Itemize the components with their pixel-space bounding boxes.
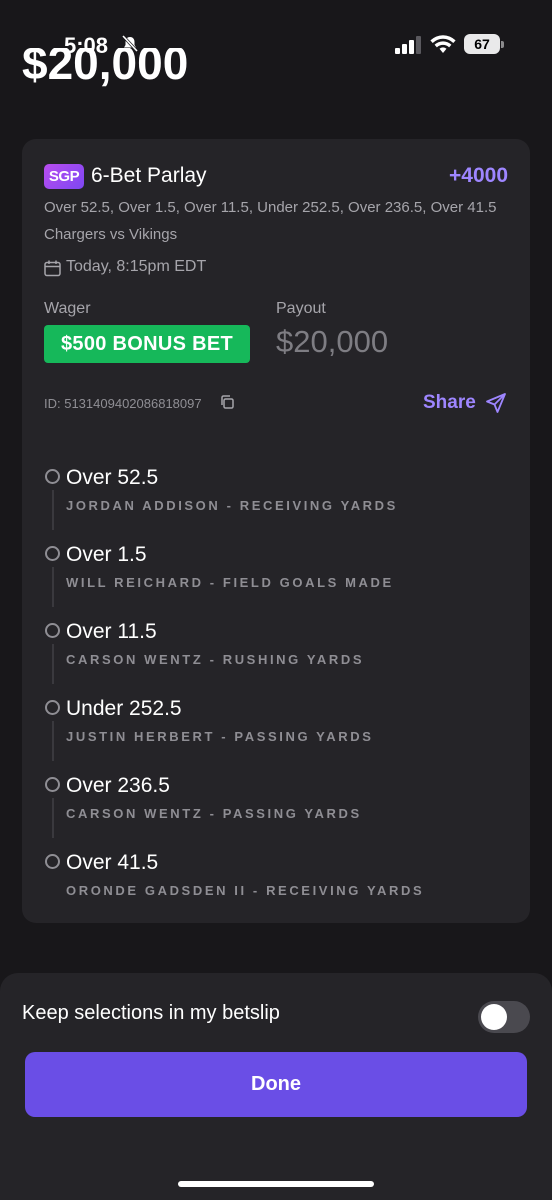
done-button[interactable]: Done [25,1052,527,1117]
leg-market: WILL REICHARD - FIELD GOALS MADE [66,575,394,590]
calendar-icon [44,260,61,277]
leg-status-icon [45,623,60,638]
parlay-leg: Over 1.5 WILL REICHARD - FIELD GOALS MAD… [22,541,530,618]
header-payout-amount: $20,000 [22,48,189,88]
leg-status-icon [45,546,60,561]
leg-selection: Under 252.5 [66,697,182,720]
leg-selection: Over 52.5 [66,466,159,489]
parlay-odds: +4000 [449,164,508,187]
sgp-badge: SGP [44,164,84,189]
leg-status-icon [45,700,60,715]
wager-label: Wager [44,300,91,317]
payout-value: $20,000 [276,324,389,359]
parlay-leg: Over 236.5 CARSON WENTZ - PASSING YARDS [22,772,530,849]
parlay-legs: Over 52.5 JORDAN ADDISON - RECEIVING YAR… [22,464,530,926]
header-amount-container: $20,000 [0,48,552,100]
parlay-leg: Over 52.5 JORDAN ADDISON - RECEIVING YAR… [22,464,530,541]
wager-bonus-badge: $500 BONUS BET [44,325,250,363]
payout-label: Payout [276,300,326,317]
bet-id: ID: 5131409402086818097 [44,396,202,411]
leg-market: JORDAN ADDISON - RECEIVING YARDS [66,498,398,513]
paper-plane-icon[interactable] [485,392,507,414]
leg-selection: Over 1.5 [66,543,147,566]
parlay-leg: Under 252.5 JUSTIN HERBERT - PASSING YAR… [22,695,530,772]
bet-card: SGP 6-Bet Parlay +4000 Over 52.5, Over 1… [22,139,530,923]
leg-market: ORONDE GADSDEN II - RECEIVING YARDS [66,883,425,898]
leg-status-icon [45,469,60,484]
leg-market: CARSON WENTZ - PASSING YARDS [66,806,362,821]
selections-summary: Over 52.5, Over 1.5, Over 11.5, Under 25… [44,199,497,216]
leg-market: JUSTIN HERBERT - PASSING YARDS [66,729,374,744]
parlay-leg: Over 11.5 CARSON WENTZ - RUSHING YARDS [22,618,530,695]
leg-status-icon [45,777,60,792]
leg-status-icon [45,854,60,869]
parlay-title: 6-Bet Parlay [91,164,207,187]
game-time: Today, 8:15pm EDT [66,258,207,275]
leg-selection: Over 11.5 [66,620,157,643]
bottom-sheet: Keep selections in my betslip Done [0,973,552,1200]
keep-selections-label: Keep selections in my betslip [22,1002,280,1024]
parlay-leg: Over 41.5 ORONDE GADSDEN II - RECEIVING … [22,849,530,926]
copy-icon[interactable] [220,395,234,409]
leg-selection: Over 41.5 [66,851,159,874]
matchup: Chargers vs Vikings [44,226,178,243]
leg-selection: Over 236.5 [66,774,170,797]
leg-market: CARSON WENTZ - RUSHING YARDS [66,652,365,667]
toggle-knob [481,1004,507,1030]
home-indicator[interactable] [178,1181,374,1187]
keep-selections-toggle[interactable] [478,1001,530,1033]
share-button[interactable]: Share [423,392,476,414]
